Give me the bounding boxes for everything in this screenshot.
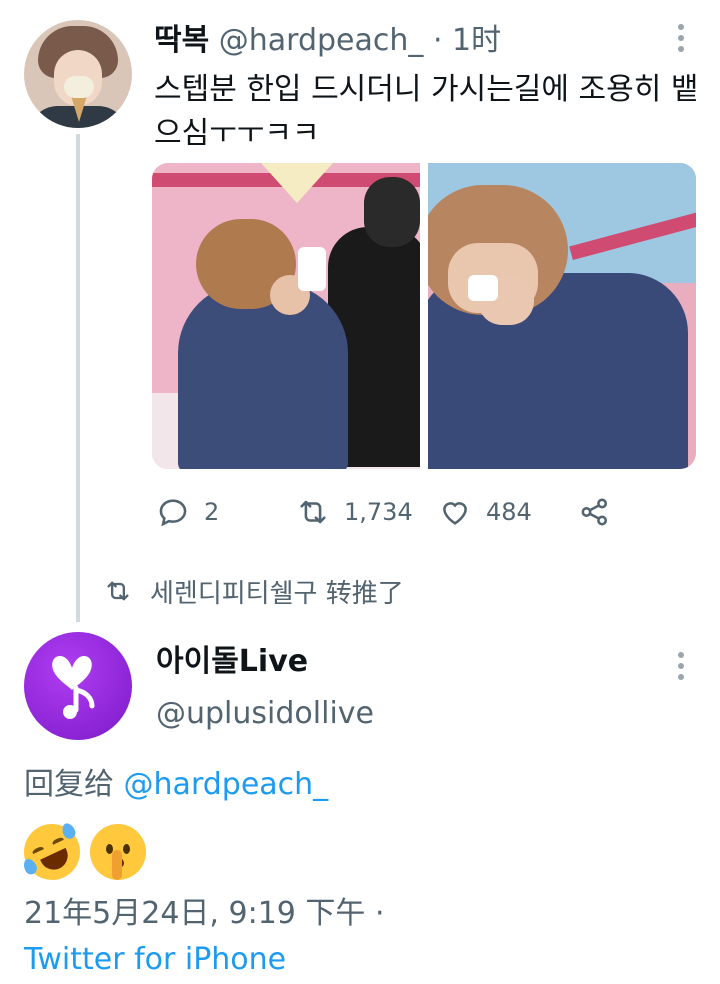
reply-button[interactable]: 2	[156, 492, 219, 532]
like-icon	[443, 502, 467, 525]
retweet-button[interactable]: 1,734	[296, 492, 413, 532]
reply-icon	[159, 499, 187, 527]
retweet-context[interactable]: 세렌디피티쉘구 转推了	[104, 574, 404, 609]
tweet2-handle[interactable]: @uplusidollive	[156, 696, 374, 732]
tweet2-timestamp: 21年5月24日, 9:19 下午 ·	[24, 896, 385, 931]
tweet1-handle[interactable]: @hardpeach_	[219, 23, 424, 58]
reply-prefix: 回复给	[24, 767, 114, 802]
photo-tissue	[298, 247, 326, 291]
photo-person-staff-head	[364, 177, 420, 247]
shushing-face-emoji	[90, 824, 146, 880]
like-button[interactable]: 484	[438, 492, 532, 532]
idollive-logo-icon	[52, 656, 95, 719]
avatar-idollive[interactable]	[24, 632, 132, 740]
more-icon[interactable]	[674, 652, 688, 682]
more-icon[interactable]	[674, 24, 688, 54]
share-icon	[581, 498, 608, 526]
tweet1-display-name[interactable]: 딱복	[154, 23, 209, 58]
reply-count: 2	[204, 498, 220, 526]
reply-to-line: 回复给 @hardpeach_	[24, 766, 328, 804]
rolling-on-floor-laughing-emoji	[14, 814, 90, 890]
tweet2-emoji-row	[14, 814, 146, 890]
retweet-count: 1,734	[344, 498, 413, 526]
like-count: 484	[486, 498, 532, 526]
tweet1-separator: ·	[432, 23, 443, 58]
tweet1-photo-1[interactable]	[152, 163, 420, 469]
tweet1-text: 스텝분 한입 드시더니 가시는길에 조용히 뱉으심ㅜㅜㅋㅋ	[154, 72, 699, 151]
tweet1-media[interactable]	[152, 163, 696, 469]
tweet1-photo-2[interactable]	[428, 163, 696, 469]
avatar-hardpeach[interactable]	[24, 20, 132, 128]
tweet1-action-bar: 2 1,734 484	[156, 492, 626, 532]
photo-person-jacket	[178, 283, 348, 469]
avatar-ice-cream-scoop	[64, 76, 94, 98]
reply-handle-link[interactable]: @hardpeach_	[124, 767, 329, 802]
tweet1-header: 딱복 @hardpeach_ · 1时	[154, 24, 501, 58]
retweet-context-text: 세렌디피티쉘구 转推了	[150, 578, 404, 609]
tweet2-display-name[interactable]: 아이돌Live	[156, 644, 308, 680]
tweet1-time[interactable]: 1时	[452, 23, 501, 58]
thread-line	[76, 134, 80, 622]
share-button[interactable]	[578, 492, 612, 532]
retweet-icon	[107, 581, 129, 601]
retweet-icon	[300, 500, 326, 524]
photo-tissue	[468, 275, 498, 301]
tweet2-source-link[interactable]: Twitter for iPhone	[24, 942, 286, 978]
